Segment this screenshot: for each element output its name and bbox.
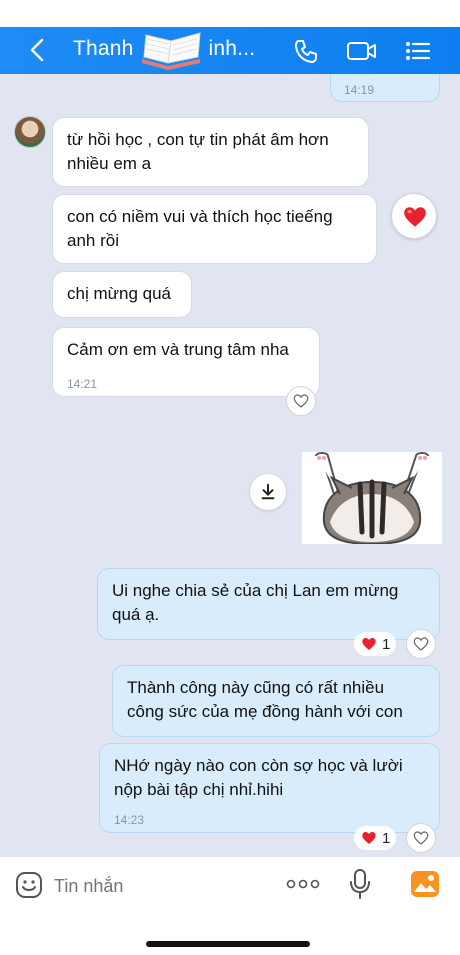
- download-icon: [261, 483, 275, 500]
- back-chevron-icon[interactable]: [26, 37, 50, 63]
- message-time: 14:19: [344, 83, 375, 97]
- more-dots-icon[interactable]: [286, 879, 320, 889]
- message-bubble-in[interactable]: từ hồi học , con tự tin phát âm hơn nhiề…: [52, 117, 369, 187]
- message-text: NHớ ngày nào con còn sợ học và lười nộp …: [114, 756, 403, 799]
- message-text: chị mừng quá: [67, 284, 171, 303]
- message-bubble-out[interactable]: Ui nghe chia sẻ của chị Lan em mừng quá …: [97, 568, 440, 640]
- react-button[interactable]: [406, 823, 436, 853]
- message-bubble-in[interactable]: con có niềm vui và thích học tieếng anh …: [52, 194, 377, 264]
- download-button[interactable]: [250, 474, 286, 510]
- cat-arms-up-sticker[interactable]: [302, 452, 442, 544]
- message-text: Thành công này cũng có rất nhiều công sứ…: [127, 678, 403, 721]
- reaction-count-pill[interactable]: 1: [354, 632, 397, 656]
- reaction-count: 1: [382, 829, 391, 847]
- message-text: Ui nghe chia sẻ của chị Lan em mừng quá …: [112, 581, 399, 624]
- chat-area[interactable]: 14:19 từ hồi học , con tự tin phát âm hơ…: [0, 74, 460, 857]
- heart-icon: [404, 207, 426, 227]
- reaction-count: 1: [382, 635, 391, 653]
- list-menu-icon[interactable]: [404, 38, 432, 64]
- chat-title-left: Thanh: [73, 37, 134, 60]
- react-button[interactable]: [406, 629, 436, 659]
- chat-title-right: inh...: [208, 37, 256, 60]
- message-time: 14:21: [67, 377, 98, 391]
- message-input[interactable]: [52, 869, 266, 903]
- message-bubble-in[interactable]: chị mừng quá: [52, 271, 192, 318]
- phone-icon[interactable]: [292, 38, 320, 64]
- message-composer: [0, 857, 460, 955]
- message-time: 14:23: [114, 813, 145, 827]
- emoji-face-icon[interactable]: [15, 871, 43, 899]
- message-bubble-out[interactable]: Thành công này cũng có rất nhiều công sứ…: [112, 665, 440, 737]
- heart-outline-icon: [413, 831, 429, 845]
- reaction-heart-button[interactable]: [391, 193, 437, 239]
- book-sticker-icon: [142, 32, 201, 70]
- message-bubble-out[interactable]: NHớ ngày nào con còn sợ học và lười nộp …: [99, 743, 440, 833]
- home-indicator: [146, 941, 310, 947]
- message-bubble-out[interactable]: 14:19: [330, 74, 440, 102]
- message-text: Cảm ơn em và trung tâm nha: [67, 340, 289, 359]
- microphone-icon[interactable]: [348, 868, 372, 900]
- heart-outline-icon: [413, 637, 429, 651]
- heart-outline-icon: [293, 394, 309, 408]
- react-button[interactable]: [286, 386, 316, 416]
- message-text: con có niềm vui và thích học tieếng anh …: [67, 207, 333, 250]
- message-bubble-in[interactable]: Cảm ơn em và trung tâm nha 14:21: [52, 327, 320, 397]
- message-text: từ hồi học , con tự tin phát âm hơn nhiề…: [67, 130, 329, 173]
- chat-header: Thanh inh...: [0, 27, 460, 74]
- heart-icon: [362, 638, 376, 650]
- reaction-count-pill[interactable]: 1: [354, 826, 397, 850]
- video-camera-icon[interactable]: [346, 38, 378, 64]
- image-gallery-icon[interactable]: [410, 870, 440, 898]
- avatar[interactable]: [14, 116, 46, 148]
- heart-icon: [362, 832, 376, 844]
